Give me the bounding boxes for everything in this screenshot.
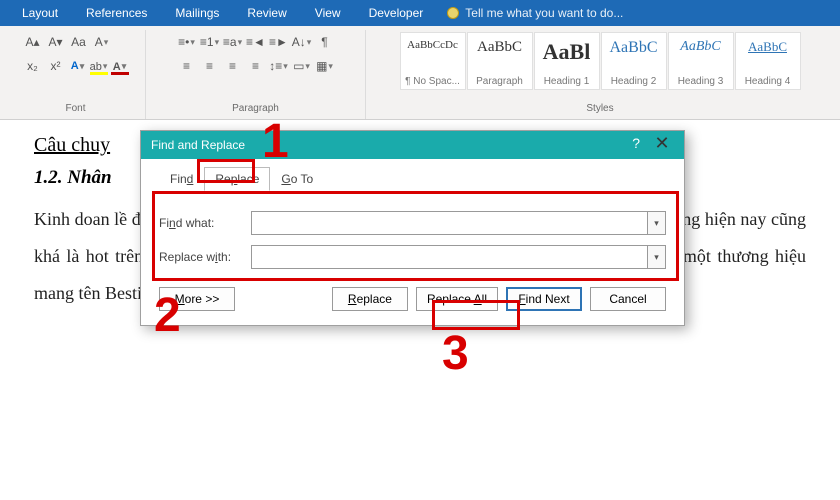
replace-with-dropdown[interactable]: ▾: [648, 245, 666, 269]
replace-with-label: Replace with:: [159, 250, 251, 264]
dialog-tabs: Find Replace Go To: [141, 159, 684, 191]
replace-with-row: Replace with: ▾: [159, 245, 666, 269]
numbering-icon[interactable]: ≡1: [200, 32, 220, 52]
tab-developer[interactable]: Developer: [355, 0, 438, 26]
replace-button[interactable]: Replace: [332, 287, 408, 311]
style-heading-4[interactable]: AaBbC Heading 4: [735, 32, 801, 90]
styles-gallery: AaBbCcDc ¶ No Spac... AaBbC Paragraph Aa…: [400, 32, 801, 90]
tab-label: Go To: [281, 172, 313, 186]
find-what-dropdown[interactable]: ▾: [648, 211, 666, 235]
superscript-icon[interactable]: x²: [46, 56, 66, 76]
font-color-bar: [111, 72, 129, 75]
style-heading-3[interactable]: AaBbC Heading 3: [668, 32, 734, 90]
style-name: Heading 4: [745, 76, 791, 87]
style-heading-2[interactable]: AaBbC Heading 2: [601, 32, 667, 90]
bullets-icon[interactable]: ≡•: [177, 32, 197, 52]
cancel-button[interactable]: Cancel: [590, 287, 666, 311]
more-button[interactable]: More >>: [159, 287, 235, 311]
tab-label: Find: [170, 172, 193, 186]
style-name: Heading 1: [544, 76, 590, 87]
style-preview: AaBbC: [477, 39, 522, 56]
dialog-title-text: Find and Replace: [151, 138, 245, 152]
change-case-icon[interactable]: Aa: [69, 32, 89, 52]
group-paragraph: ≡• ≡1 ≡a ≡◄ ≡► A↓ ¶ ≡ ≡ ≡ ≡ ↕≡ ▭ ▦ Parag…: [146, 30, 366, 119]
ribbon-body: A▴ A▾ Aa A x₂ x² A ab A: [0, 26, 840, 120]
style-name: ¶ No Spac...: [405, 76, 460, 87]
dialog-close-icon[interactable]: ✕: [648, 133, 676, 154]
style-preview: AaBbC: [748, 39, 787, 55]
tab-mailings[interactable]: Mailings: [161, 0, 233, 26]
group-styles: AaBbCcDc ¶ No Spac... AaBbC Paragraph Aa…: [366, 30, 834, 119]
replace-with-input[interactable]: [251, 245, 648, 269]
tab-view[interactable]: View: [301, 0, 355, 26]
tell-me-label: Tell me what you want to do...: [465, 6, 623, 20]
find-next-button[interactable]: Find Next: [506, 287, 582, 311]
highlight-color-bar: [90, 72, 108, 75]
style-heading-1[interactable]: AaBl Heading 1: [534, 32, 600, 90]
style-no-spacing[interactable]: AaBbCcDc ¶ No Spac...: [400, 32, 466, 90]
align-right-icon[interactable]: ≡: [223, 56, 243, 76]
style-paragraph[interactable]: AaBbC Paragraph: [467, 32, 533, 90]
tab-layout[interactable]: Layout: [8, 0, 72, 26]
show-marks-icon[interactable]: ¶: [315, 32, 335, 52]
decrease-indent-icon[interactable]: ≡◄: [246, 32, 266, 52]
find-what-label: Find what:: [159, 216, 251, 230]
tab-review[interactable]: Review: [233, 0, 300, 26]
lightbulb-icon: [447, 7, 459, 19]
find-what-row: Find what: ▾: [159, 211, 666, 235]
style-preview: AaBl: [543, 39, 591, 65]
replace-all-button[interactable]: Replace All: [416, 287, 498, 311]
group-styles-label: Styles: [586, 103, 613, 117]
borders-icon[interactable]: ▦: [315, 56, 335, 76]
grow-font-icon[interactable]: A▴: [23, 32, 43, 52]
sort-icon[interactable]: A↓: [292, 32, 312, 52]
dialog-button-row: More >> Replace Replace All Find Next Ca…: [159, 287, 666, 311]
dialog-tab-goto[interactable]: Go To: [270, 167, 324, 191]
style-name: Heading 3: [678, 76, 724, 87]
increase-indent-icon[interactable]: ≡►: [269, 32, 289, 52]
style-preview: AaBbC: [610, 39, 658, 57]
tab-references[interactable]: References: [72, 0, 161, 26]
group-font-label: Font: [65, 103, 85, 117]
dialog-help-icon[interactable]: ?: [632, 135, 640, 151]
multilevel-icon[interactable]: ≡a: [223, 32, 243, 52]
style-preview: AaBbCcDc: [407, 39, 458, 51]
tell-me-search[interactable]: Tell me what you want to do...: [447, 6, 623, 20]
style-name: Heading 2: [611, 76, 657, 87]
align-center-icon[interactable]: ≡: [200, 56, 220, 76]
dialog-body: Find what: ▾ Replace with: ▾ More >> Rep…: [141, 191, 684, 325]
style-name: Paragraph: [476, 76, 523, 87]
group-paragraph-label: Paragraph: [232, 103, 279, 117]
ribbon-tabs: Layout References Mailings Review View D…: [0, 0, 840, 26]
group-font: A▴ A▾ Aa A x₂ x² A ab A: [6, 30, 146, 119]
find-what-input[interactable]: [251, 211, 648, 235]
text-effects-icon[interactable]: A: [69, 57, 87, 75]
shrink-font-icon[interactable]: A▾: [46, 32, 66, 52]
dialog-tab-replace[interactable]: Replace: [204, 167, 270, 191]
style-preview: AaBbC: [680, 39, 720, 55]
line-spacing-icon[interactable]: ↕≡: [269, 56, 289, 76]
justify-icon[interactable]: ≡: [246, 56, 266, 76]
clear-format-icon[interactable]: A: [92, 32, 112, 52]
shading-icon[interactable]: ▭: [292, 56, 312, 76]
dialog-tab-find[interactable]: Find: [159, 167, 204, 191]
tab-label: Replace: [215, 172, 259, 186]
dialog-title-bar[interactable]: Find and Replace ? ✕: [141, 131, 684, 159]
find-replace-dialog: Find and Replace ? ✕ Find Replace Go To …: [140, 130, 685, 326]
align-left-icon[interactable]: ≡: [177, 56, 197, 76]
subscript-icon[interactable]: x₂: [23, 56, 43, 76]
